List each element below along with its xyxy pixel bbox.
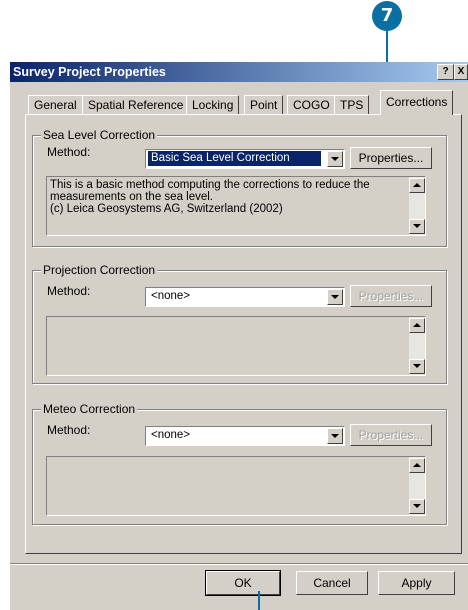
chevron-down-icon[interactable] — [327, 151, 343, 167]
sea-level-correction-group: Sea Level Correction Method: Basic Sea L… — [32, 128, 447, 247]
title-bar[interactable]: Survey Project Properties ? X — [10, 62, 468, 82]
vertical-scrollbar[interactable] — [409, 457, 425, 515]
properties-button[interactable]: Properties... — [350, 285, 432, 307]
tab-locking[interactable]: Locking — [186, 95, 240, 114]
scroll-down-icon[interactable] — [409, 499, 425, 514]
vertical-scrollbar[interactable] — [409, 177, 425, 235]
chevron-down-icon[interactable] — [327, 428, 343, 444]
method-description — [46, 456, 426, 516]
group-title: Meteo Correction — [41, 402, 138, 416]
meteo-method-select[interactable]: <none> — [145, 426, 345, 446]
meteo-correction-group: Meteo Correction Method: <none> Properti… — [32, 402, 447, 525]
close-button[interactable]: X — [454, 64, 468, 80]
method-label: Method: — [47, 423, 91, 437]
cancel-button[interactable]: Cancel — [296, 571, 368, 595]
properties-button[interactable]: Properties... — [350, 424, 432, 446]
apply-button[interactable]: Apply — [378, 571, 455, 595]
ok-callout-line — [258, 591, 260, 610]
projection-correction-group: Projection Correction Method: <none> Pro… — [32, 263, 447, 384]
selected-value: Basic Sea Level Correction — [148, 151, 321, 166]
method-description: This is a basic method computing the cor… — [46, 176, 426, 236]
method-label: Method: — [47, 145, 91, 159]
scroll-up-icon[interactable] — [409, 318, 425, 333]
selected-value: <none> — [151, 290, 191, 302]
ok-button[interactable]: OK — [205, 570, 281, 596]
step-7-callout: 7 — [372, 1, 402, 31]
tab-general[interactable]: General — [28, 95, 83, 114]
group-title: Projection Correction — [41, 263, 158, 277]
tab-strip: General Spatial Reference Locking Point … — [10, 88, 468, 115]
properties-button[interactable]: Properties... — [350, 147, 432, 169]
sea-level-method-select[interactable]: Basic Sea Level Correction — [145, 149, 345, 169]
method-description — [46, 316, 426, 376]
properties-dialog: Survey Project Properties ? X General Sp… — [10, 62, 468, 610]
selected-value: <none> — [151, 429, 191, 441]
group-title: Sea Level Correction — [41, 128, 158, 142]
description-text: This is a basic method computing the cor… — [50, 179, 370, 215]
help-button[interactable]: ? — [437, 64, 454, 80]
vertical-scrollbar[interactable] — [409, 317, 425, 375]
scroll-up-icon[interactable] — [409, 458, 425, 473]
method-label: Method: — [47, 284, 91, 298]
chevron-down-icon[interactable] — [327, 289, 343, 305]
tab-point[interactable]: Point — [244, 95, 284, 114]
tab-spatial-reference[interactable]: Spatial Reference — [82, 95, 190, 114]
tab-cogo[interactable]: COGO — [287, 95, 336, 114]
scroll-down-icon[interactable] — [409, 359, 425, 374]
scroll-down-icon[interactable] — [409, 219, 425, 234]
tab-corrections[interactable]: Corrections — [380, 90, 454, 115]
scroll-up-icon[interactable] — [409, 178, 425, 193]
tab-tps[interactable]: TPS — [334, 95, 370, 114]
footer-separator-highlight — [10, 564, 468, 565]
window-title: Survey Project Properties — [13, 65, 166, 79]
projection-method-select[interactable]: <none> — [145, 287, 345, 307]
